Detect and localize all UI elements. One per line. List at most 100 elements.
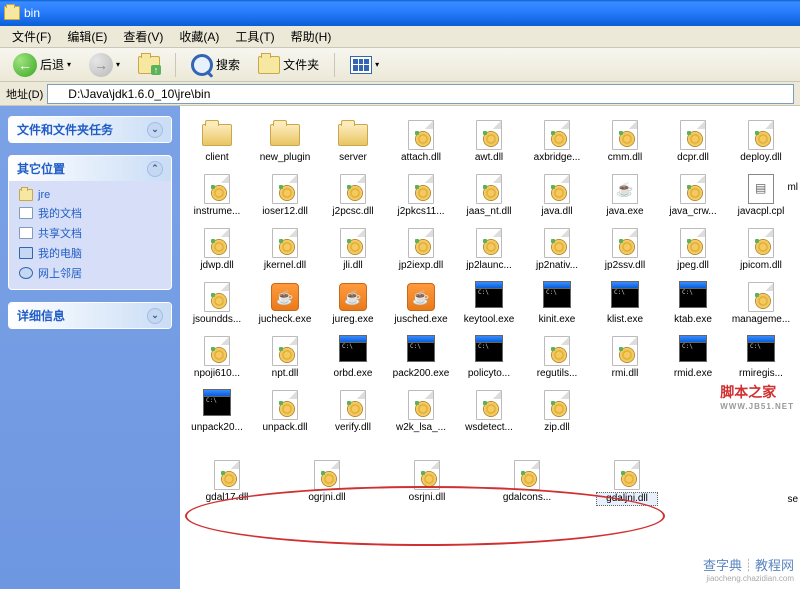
file-item[interactable]: keytool.exe — [456, 280, 522, 328]
file-item[interactable]: java.exe — [592, 172, 658, 220]
file-item[interactable]: axbridge... — [524, 118, 590, 166]
file-item[interactable]: npoji610... — [184, 334, 250, 382]
file-item[interactable]: ktab.exe — [660, 280, 726, 328]
dll-file-icon — [612, 120, 638, 150]
file-label: gdalcons... — [496, 492, 558, 504]
dll-file-icon — [544, 390, 570, 420]
file-label: w2k_lsa_... — [390, 422, 452, 434]
title-bar: bin — [0, 0, 800, 26]
file-item[interactable]: jpeg.dll — [660, 226, 726, 274]
file-item[interactable]: jucheck.exe — [252, 280, 318, 328]
java-page-icon — [612, 174, 638, 204]
folder-icon — [270, 124, 300, 146]
file-item[interactable]: osrjni.dll — [394, 458, 460, 508]
forward-button[interactable]: → ▾ — [82, 50, 127, 80]
file-item[interactable]: jdwp.dll — [184, 226, 250, 274]
file-item[interactable]: deploy.dll — [728, 118, 794, 166]
file-item[interactable]: wsdetect... — [456, 388, 522, 436]
file-item[interactable]: gdal17.dll — [194, 458, 260, 508]
menu-help[interactable]: 帮助(H) — [283, 26, 340, 47]
file-label: zip.dll — [526, 422, 588, 434]
file-item[interactable]: npt.dll — [252, 334, 318, 382]
back-button[interactable]: ← 后退 ▾ — [6, 50, 78, 80]
file-item[interactable]: rmi.dll — [592, 334, 658, 382]
menu-tools[interactable]: 工具(T) — [227, 26, 282, 47]
file-item[interactable]: java.dll — [524, 172, 590, 220]
file-item[interactable]: ogrjni.dll — [294, 458, 360, 508]
file-item[interactable]: rmiregis... — [728, 334, 794, 382]
file-item[interactable]: server — [320, 118, 386, 166]
file-item[interactable]: policyto... — [456, 334, 522, 382]
file-item[interactable]: unpack20... — [184, 388, 250, 436]
file-label: j2pcsc.dll — [322, 206, 384, 218]
file-item[interactable]: zip.dll — [524, 388, 590, 436]
file-item[interactable]: jpicom.dll — [728, 226, 794, 274]
file-label: manageme... — [730, 314, 792, 326]
menu-edit[interactable]: 编辑(E) — [59, 26, 115, 47]
file-item[interactable]: javacpl.cpl — [728, 172, 794, 220]
search-button[interactable]: 搜索 — [184, 51, 247, 79]
file-item[interactable]: jaas_nt.dll — [456, 172, 522, 220]
file-item[interactable]: w2k_lsa_... — [388, 388, 454, 436]
file-item[interactable]: jureg.exe — [320, 280, 386, 328]
file-label: orbd.exe — [322, 368, 384, 380]
file-item[interactable]: cmm.dll — [592, 118, 658, 166]
file-label: jli.dll — [322, 260, 384, 272]
menu-view[interactable]: 查看(V) — [115, 26, 171, 47]
sidebar-link[interactable]: 网上邻居 — [19, 263, 161, 283]
menu-file[interactable]: 文件(F) — [4, 26, 59, 47]
search-icon — [191, 54, 213, 76]
file-item[interactable]: gdalcons... — [494, 458, 560, 508]
panel-header[interactable]: 详细信息 ⌄ — [9, 303, 171, 328]
file-item[interactable]: regutils... — [524, 334, 590, 382]
file-item[interactable]: klist.exe — [592, 280, 658, 328]
file-item[interactable]: new_plugin — [252, 118, 318, 166]
dll-file-icon — [748, 120, 774, 150]
file-label: gdal17.dll — [196, 492, 258, 504]
file-item[interactable]: jp2ssv.dll — [592, 226, 658, 274]
file-item[interactable]: client — [184, 118, 250, 166]
watermark: 查字典┊教程网 jiaocheng.chazidian.com — [703, 555, 794, 583]
file-item[interactable]: ioser12.dll — [252, 172, 318, 220]
file-item[interactable]: instrume... — [184, 172, 250, 220]
file-item[interactable]: jp2nativ... — [524, 226, 590, 274]
file-label: jp2launc... — [458, 260, 520, 272]
folders-button[interactable]: 文件夹 — [251, 53, 326, 77]
sidebar-link[interactable]: jre — [19, 187, 161, 203]
java-exe-icon — [339, 283, 367, 311]
file-item[interactable]: jusched.exe — [388, 280, 454, 328]
panel-header[interactable]: 其它位置 ⌃ — [9, 156, 171, 181]
file-item[interactable]: pack200.exe — [388, 334, 454, 382]
file-item[interactable]: unpack.dll — [252, 388, 318, 436]
menu-favorites[interactable]: 收藏(A) — [171, 26, 227, 47]
views-button[interactable]: ▾ — [343, 53, 386, 77]
file-item[interactable]: jsoundds... — [184, 280, 250, 328]
address-input[interactable]: D:\Java\jdk1.6.0_10\jre\bin — [47, 84, 794, 104]
file-label: klist.exe — [594, 314, 656, 326]
file-label: axbridge... — [526, 152, 588, 164]
panel-header[interactable]: 文件和文件夹任务 ⌄ — [9, 117, 171, 142]
dll-file-icon — [514, 460, 540, 490]
file-item[interactable]: gdaljni.dll — [594, 458, 660, 508]
file-item[interactable]: jp2launc... — [456, 226, 522, 274]
file-item[interactable]: java_crw... — [660, 172, 726, 220]
file-item[interactable]: rmid.exe — [660, 334, 726, 382]
file-label: javacpl.cpl — [730, 206, 792, 218]
file-item[interactable]: manageme... — [728, 280, 794, 328]
file-item[interactable]: kinit.exe — [524, 280, 590, 328]
file-item[interactable]: j2pcsc.dll — [320, 172, 386, 220]
file-item[interactable]: j2pkcs11... — [388, 172, 454, 220]
file-list-pane[interactable]: clientnew_pluginserverattach.dllawt.dll a… — [180, 106, 800, 589]
sidebar-link[interactable]: 我的电脑 — [19, 243, 161, 263]
file-item[interactable]: jp2iexp.dll — [388, 226, 454, 274]
sidebar-link[interactable]: 共享文档 — [19, 223, 161, 243]
sidebar-link[interactable]: 我的文档 — [19, 203, 161, 223]
file-item[interactable]: attach.dll — [388, 118, 454, 166]
file-item[interactable]: awt.dll — [456, 118, 522, 166]
up-button[interactable] — [131, 53, 167, 77]
file-item[interactable]: dcpr.dll — [660, 118, 726, 166]
file-item[interactable]: jli.dll — [320, 226, 386, 274]
file-item[interactable]: verify.dll — [320, 388, 386, 436]
file-item[interactable]: orbd.exe — [320, 334, 386, 382]
file-item[interactable]: jkernel.dll — [252, 226, 318, 274]
